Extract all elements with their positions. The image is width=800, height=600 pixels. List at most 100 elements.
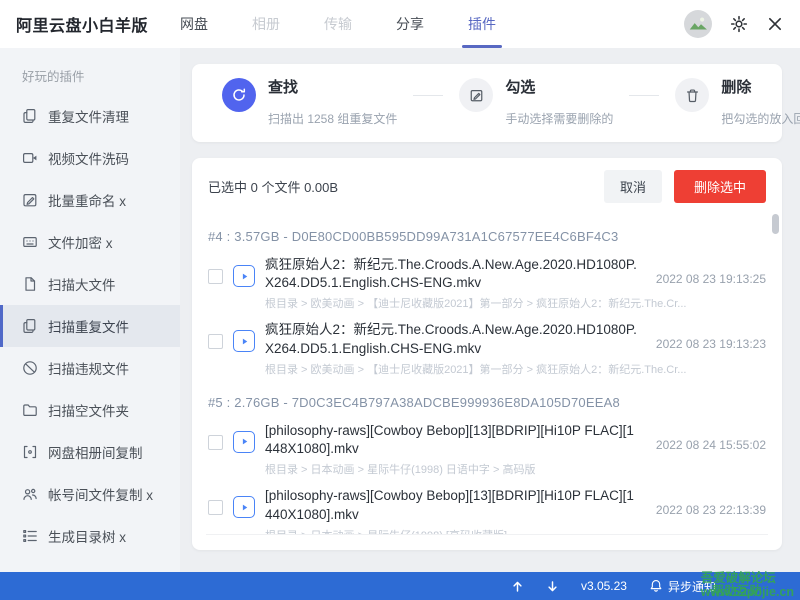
sidebar-item-video-wash[interactable]: 视频文件洗码 — [0, 137, 180, 179]
steps-banner: 查找扫描出 1258 组重复文件勾选手动选择需要删除的删除把勾选的放入回收站 — [192, 64, 782, 142]
step-find: 查找扫描出 1258 组重复文件 — [222, 78, 397, 127]
step-check: 勾选手动选择需要删除的 — [459, 78, 613, 127]
sidebar-item-duplicate-clean[interactable]: 重复文件清理 — [0, 95, 180, 137]
nav-tabs: 网盘相册传输分享插件 — [180, 0, 496, 48]
app-body: 好玩的插件 重复文件清理视频文件洗码批量重命名 x 文件加密 x 扫描大文件扫描重复… — [0, 48, 800, 572]
selection-actions: 取消 删除选中 — [604, 170, 766, 203]
scan-violation-icon — [22, 360, 38, 376]
file-time: 2022 08 23 19:13:23 — [656, 337, 766, 351]
duplicate-clean-icon — [22, 108, 38, 124]
tab-plugins[interactable]: 插件 — [468, 0, 496, 48]
sidebar-list: 重复文件清理视频文件洗码批量重命名 x 文件加密 x 扫描大文件扫描重复文件扫描违规… — [0, 95, 180, 557]
step-subtitle: 扫描出 1258 组重复文件 — [268, 110, 397, 127]
file-path: 根目录 > 日本动画 > 星际牛仔(1998) 日语中字 > 高码版 — [265, 461, 766, 477]
file-row[interactable]: [philosophy-raws][Cowboy Bebop][13][BDRI… — [192, 415, 782, 480]
app-title: 阿里云盘小白羊版 — [16, 12, 148, 36]
file-name: 疯狂原始人2：新纪元.The.Croods.A.New.Age.2020.HD1… — [265, 256, 639, 292]
scrollbar-thumb[interactable] — [772, 214, 779, 234]
tab-album[interactable]: 相册 — [252, 0, 280, 48]
cancel-button[interactable]: 取消 — [604, 170, 662, 203]
video-wash-icon — [22, 150, 38, 166]
selection-bar: 已选中 0 个文件 0.00B 取消 删除选中 — [192, 158, 782, 214]
step-texts: 查找扫描出 1258 组重复文件 — [268, 78, 397, 127]
sidebar-item-file-encrypt[interactable]: 文件加密 x — [0, 221, 180, 263]
file-checkbox[interactable] — [208, 435, 223, 450]
file-row[interactable]: [philosophy-raws][Cowboy Bebop][13][BDRI… — [192, 480, 782, 534]
file-time: 2022 08 23 22:13:39 — [656, 503, 766, 517]
main-panel: 查找扫描出 1258 组重复文件勾选手动选择需要删除的删除把勾选的放入回收站 已… — [180, 48, 800, 572]
step-title: 删除 — [721, 78, 800, 98]
step-texts: 勾选手动选择需要删除的 — [505, 78, 613, 127]
file-list: #4 : 3.57GB - D0E80CD00BB595DD99A731A1C6… — [192, 214, 782, 534]
sidebar-item-label: 文件加密 x — [48, 232, 113, 252]
file-checkbox[interactable] — [208, 269, 223, 284]
video-file-icon[interactable] — [233, 330, 255, 352]
delete-selected-button[interactable]: 删除选中 — [674, 170, 766, 203]
file-time: 2022 08 23 19:13:25 — [656, 272, 766, 286]
file-row-content: 疯狂原始人2：新纪元.The.Croods.A.New.Age.2020.HD1… — [265, 321, 766, 376]
app-window: 阿里云盘小白羊版 网盘相册传输分享插件 好玩的插件 重复文件清理视频文件洗码批量… — [0, 0, 800, 600]
sidebar-item-scan-empty-folder[interactable]: 扫描空文件夹 — [0, 389, 180, 431]
async-notify-label: 异步通知 — [668, 578, 716, 595]
titlebar-actions — [684, 10, 784, 38]
sidebar-item-album-copy[interactable]: 网盘相册间复制 — [0, 431, 180, 473]
sidebar-item-scan-violation[interactable]: 扫描违规文件 — [0, 347, 180, 389]
video-file-icon[interactable] — [233, 496, 255, 518]
group-header: #5 : 2.76GB - 7D0C3EC4B797A38ADCBE999936… — [192, 380, 782, 415]
edit-icon — [459, 78, 493, 112]
sidebar-header: 好玩的插件 — [0, 62, 180, 95]
list-footer — [206, 534, 768, 550]
file-row[interactable]: 疯狂原始人2：新纪元.The.Croods.A.New.Age.2020.HD1… — [192, 249, 782, 314]
dir-tree-icon — [22, 528, 38, 544]
down-arrow-icon — [546, 580, 559, 593]
file-time: 2022 08 24 15:55:02 — [656, 438, 766, 452]
version-label: v3.05.23 — [581, 579, 627, 593]
file-row-content: [philosophy-raws][Cowboy Bebop][13][BDRI… — [265, 487, 766, 534]
file-path: 根目录 > 欧美动画 > 【迪士尼收藏版2021】第一部分 > 疯狂原始人2：新… — [265, 361, 766, 377]
download-button[interactable] — [546, 580, 559, 593]
file-name: [philosophy-raws][Cowboy Bebop][13][BDRI… — [265, 422, 639, 458]
sidebar-item-scan-duplicate[interactable]: 扫描重复文件 — [0, 305, 180, 347]
sidebar-item-batch-rename[interactable]: 批量重命名 x — [0, 179, 180, 221]
sidebar-item-label: 视频文件洗码 — [48, 148, 129, 168]
sidebar-item-scan-large[interactable]: 扫描大文件 — [0, 263, 180, 305]
trash-icon — [675, 78, 709, 112]
step-connector — [629, 95, 659, 96]
file-row-content: [philosophy-raws][Cowboy Bebop][13][BDRI… — [265, 422, 766, 477]
account-copy-icon — [22, 486, 38, 502]
duplicate-list-card: 已选中 0 个文件 0.00B 取消 删除选中 #4 : 3.57GB - D0… — [192, 158, 782, 550]
step-subtitle: 手动选择需要删除的 — [505, 110, 613, 127]
tab-transfer[interactable]: 传输 — [324, 0, 352, 48]
file-row[interactable]: 疯狂原始人2：新纪元.The.Croods.A.New.Age.2020.HD1… — [192, 314, 782, 379]
sidebar-item-label: 扫描大文件 — [48, 274, 116, 294]
close-button[interactable] — [766, 15, 784, 33]
sidebar-item-label: 重复文件清理 — [48, 106, 129, 126]
sidebar: 好玩的插件 重复文件清理视频文件洗码批量重命名 x 文件加密 x 扫描大文件扫描重复… — [0, 48, 180, 572]
settings-button[interactable] — [730, 15, 748, 33]
video-file-icon[interactable] — [233, 431, 255, 453]
sidebar-item-label: 帐号间文件复制 x — [48, 484, 153, 504]
tab-drive[interactable]: 网盘 — [180, 0, 208, 48]
selection-summary: 已选中 0 个文件 0.00B — [208, 177, 338, 196]
sidebar-item-account-copy[interactable]: 帐号间文件复制 x — [0, 473, 180, 515]
file-checkbox[interactable] — [208, 334, 223, 349]
file-row-content: 疯狂原始人2：新纪元.The.Croods.A.New.Age.2020.HD1… — [265, 256, 766, 311]
upload-button[interactable] — [511, 580, 524, 593]
file-path: 根目录 > 欧美动画 > 【迪士尼收藏版2021】第一部分 > 疯狂原始人2：新… — [265, 295, 766, 311]
step-connector — [413, 95, 443, 96]
sidebar-item-label: 生成目录树 x — [48, 526, 126, 546]
group-header: #4 : 3.57GB - D0E80CD00BB595DD99A731A1C6… — [192, 214, 782, 249]
sidebar-item-label: 网盘相册间复制 — [48, 442, 143, 462]
tab-share[interactable]: 分享 — [396, 0, 424, 48]
file-path: 根目录 > 日本动画 > 星际牛仔(1998) [高码收藏版] — [265, 527, 766, 534]
sidebar-item-label: 批量重命名 x — [48, 190, 126, 210]
user-avatar[interactable] — [684, 10, 712, 38]
video-file-icon[interactable] — [233, 265, 255, 287]
sidebar-item-dir-tree[interactable]: 生成目录树 x — [0, 515, 180, 557]
batch-rename-icon — [22, 192, 38, 208]
album-copy-icon — [22, 444, 38, 460]
async-notify-button[interactable]: 异步通知 — [649, 578, 716, 595]
step-title: 勾选 — [505, 78, 613, 98]
file-checkbox[interactable] — [208, 500, 223, 515]
scan-duplicate-icon — [22, 318, 38, 334]
